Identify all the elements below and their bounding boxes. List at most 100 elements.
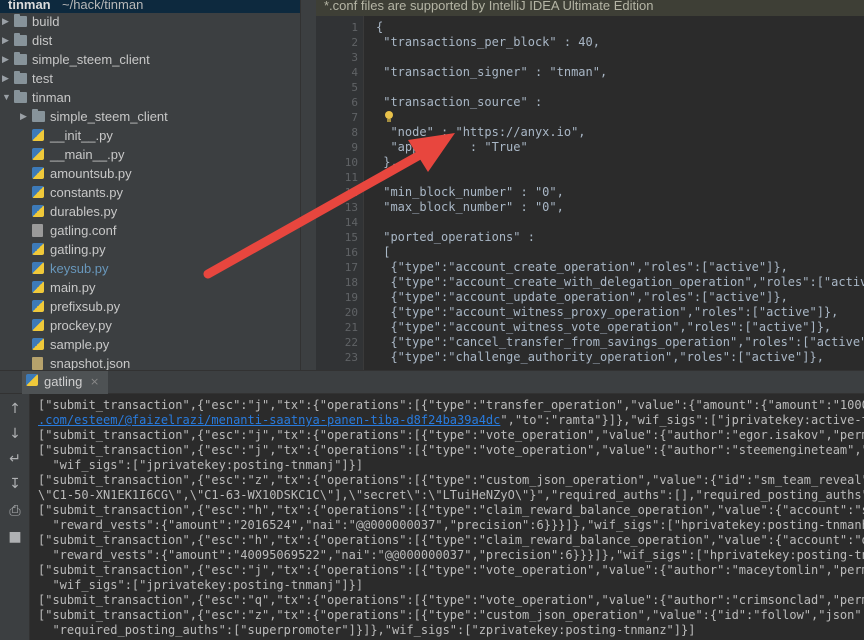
tree-file-item[interactable]: constants.py: [0, 183, 300, 202]
folder-icon: [14, 33, 27, 46]
tree-folder-item[interactable]: ▶ dist: [0, 31, 300, 50]
tree-file-item[interactable]: main.py: [0, 278, 300, 297]
code-line[interactable]: {"type":"account_witness_vote_operation"…: [376, 320, 831, 335]
console-line: "reward_vests":{"amount":"2016524","nai"…: [38, 518, 864, 532]
tree-file-item[interactable]: gatling.conf: [0, 221, 300, 240]
line-number: 1: [351, 21, 358, 34]
folder-icon: [14, 90, 27, 103]
folder-icon: [14, 14, 27, 27]
folder-icon: [14, 52, 27, 65]
chevron-right-icon[interactable]: ▶: [2, 12, 12, 31]
tree-item-label: dist: [32, 33, 53, 48]
tree-file-item[interactable]: amountsub.py: [0, 164, 300, 183]
chevron-right-icon[interactable]: ▶: [20, 107, 30, 126]
tree-file-item[interactable]: gatling.py: [0, 240, 300, 259]
tree-item-label: test: [32, 71, 53, 86]
python-file-icon: [32, 281, 44, 293]
code-line[interactable]: "min_block_number" : "0",: [376, 185, 564, 200]
code-line[interactable]: "node" : "https://anyx.io",: [376, 125, 585, 140]
console-link[interactable]: .com/esteem/@faizelrazi/menanti-saatnya-…: [38, 413, 500, 427]
console-line: ["submit_transaction",{"esc":"j","tx":{"…: [38, 443, 864, 457]
code-line[interactable]: "transaction_signer" : "tnman",: [376, 65, 607, 80]
code-line[interactable]: "ported_operations" :: [376, 230, 535, 245]
code-line[interactable]: {"type":"account_create_operation","role…: [376, 260, 787, 275]
soft-wrap-icon[interactable]: ↵: [6, 450, 24, 468]
console-line-text: ","to":"ramta"}]},"wif_sigs":["jprivatek…: [500, 413, 864, 427]
run-tab-label: gatling: [44, 374, 83, 389]
code-line[interactable]: {"type":"cancel_transfer_from_savings_op…: [376, 335, 864, 350]
python-file-icon: [32, 262, 44, 274]
line-number: 18: [344, 276, 358, 289]
tree-item-label: __main__.py: [50, 147, 125, 162]
tree-file-item[interactable]: durables.py: [0, 202, 300, 221]
close-icon[interactable]: ×: [90, 375, 99, 388]
code-line[interactable]: {: [376, 20, 383, 35]
code-line[interactable]: {"type":"account_update_operation","role…: [376, 290, 787, 305]
python-file-icon: [32, 300, 44, 312]
chevron-right-icon[interactable]: ▶: [2, 69, 12, 88]
trash-icon[interactable]: ■: [6, 528, 24, 546]
console-line: ["submit_transaction",{"esc":"h","tx":{"…: [38, 503, 864, 517]
python-file-icon: [32, 205, 44, 217]
console-line: ["submit_transaction",{"esc":"h","tx":{"…: [38, 533, 864, 547]
chevron-down-icon[interactable]: ▼: [2, 88, 12, 107]
tree-item-label: constants.py: [50, 185, 123, 200]
tree-item-label: __init__.py: [50, 128, 113, 143]
code-editor[interactable]: *.conf files are supported by IntelliJ I…: [316, 0, 864, 370]
tree-file-item[interactable]: __main__.py: [0, 145, 300, 164]
console-output[interactable]: ["submit_transaction",{"esc":"j","tx":{"…: [30, 394, 864, 640]
tree-item-label: durables.py: [50, 204, 118, 219]
console-line: ["submit_transaction",{"esc":"z","tx":{"…: [38, 473, 864, 487]
tree-file-item[interactable]: sample.py: [0, 335, 300, 354]
line-number: 21: [344, 321, 358, 334]
project-tree: tinman ~/hack/tinman ▶ build ▶ dist ▶ simple_…: [0, 0, 316, 370]
code-line[interactable]: "appb : "True": [376, 140, 527, 155]
arrow-up-icon[interactable]: ↑: [6, 400, 24, 418]
tree-item-label: simple_steem_client: [32, 52, 150, 67]
code-line[interactable]: "max_block_number" : "0",: [376, 200, 564, 215]
line-number: 14: [344, 216, 358, 229]
code-line[interactable]: },: [376, 155, 397, 170]
code-line[interactable]: "transactions_per_block" : 40,: [376, 35, 600, 50]
code-line[interactable]: [: [376, 245, 390, 260]
tree-item-label: prefixsub.py: [50, 299, 121, 314]
tree-folder-item[interactable]: ▶ test: [0, 69, 300, 88]
console-line: ["submit_transaction",{"esc":"j","tx":{"…: [38, 398, 864, 412]
line-number: 16: [344, 246, 358, 259]
tree-scrollbar[interactable]: [300, 0, 316, 370]
python-file-icon: [32, 186, 44, 198]
tree-file-item[interactable]: __init__.py: [0, 126, 300, 145]
tree-file-item[interactable]: snapshot.json: [0, 354, 300, 370]
print-icon[interactable]: ⎙: [6, 502, 24, 520]
lightbulb-icon[interactable]: [384, 111, 394, 123]
code-line[interactable]: {"type":"challenge_authority_operation",…: [376, 350, 824, 365]
python-file-icon: [32, 338, 44, 350]
code-line[interactable]: "transaction_source" :: [376, 95, 542, 110]
tree-file-item[interactable]: prefixsub.py: [0, 297, 300, 316]
line-number: 15: [344, 231, 358, 244]
line-number: 2: [351, 36, 358, 49]
tree-folder-item[interactable]: ▶ simple_steem_client: [0, 50, 300, 69]
tree-item-label: prockey.py: [50, 318, 112, 333]
folder-icon: [32, 109, 45, 122]
scroll-to-end-icon[interactable]: ↧: [6, 475, 24, 493]
line-number: 22: [344, 336, 358, 349]
tree-file-item[interactable]: keysub.py: [0, 259, 300, 278]
plugin-banner: *.conf files are supported by IntelliJ I…: [316, 0, 864, 16]
config-file-icon: [32, 224, 43, 237]
chevron-right-icon[interactable]: ▶: [2, 50, 12, 69]
project-root-name: tinman: [8, 0, 51, 12]
tree-folder-item[interactable]: ▶ build: [0, 12, 300, 31]
line-number: 17: [344, 261, 358, 274]
console-line: "wif_sigs":["jprivatekey:posting-tnmanj"…: [38, 458, 364, 472]
chevron-right-icon[interactable]: ▶: [2, 31, 12, 50]
arrow-down-icon[interactable]: ↓: [6, 425, 24, 443]
tree-file-item[interactable]: prockey.py: [0, 316, 300, 335]
run-tab-gatling[interactable]: gatling ×: [22, 371, 108, 394]
tree-folder-item[interactable]: ▼ tinman: [0, 88, 300, 107]
tree-folder-item[interactable]: ▶ simple_steem_client: [0, 107, 300, 126]
code-line[interactable]: {"type":"account_witness_proxy_operation…: [376, 305, 838, 320]
run-panel-header: gatling ×: [0, 370, 864, 394]
line-number: 5: [351, 81, 358, 94]
code-line[interactable]: {"type":"account_create_with_delegation_…: [376, 275, 864, 290]
